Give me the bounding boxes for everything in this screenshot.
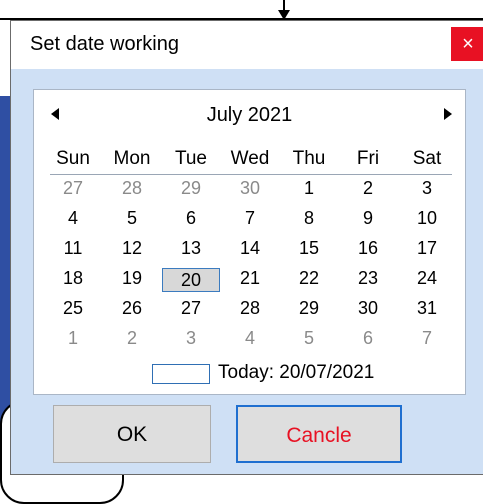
calendar-day[interactable]: 29 [280, 298, 338, 320]
calendar-day[interactable]: 28 [221, 298, 279, 320]
calendar-day[interactable]: 12 [103, 238, 161, 260]
calendar-day[interactable]: 29 [162, 178, 220, 200]
weekday-tue: Tue [174, 148, 208, 169]
calendar-day[interactable]: 1 [280, 178, 338, 200]
weekday-sun: Sun [56, 148, 90, 169]
dialog-title: Set date working [30, 33, 179, 55]
ok-button[interactable]: OK [53, 405, 211, 463]
calendar-day[interactable]: 10 [398, 208, 456, 230]
today-marker [152, 364, 210, 384]
calendar-day[interactable]: 8 [280, 208, 338, 230]
calendar-day[interactable]: 3 [398, 178, 456, 200]
close-icon: × [462, 33, 474, 55]
weekday-mon: Mon [113, 148, 151, 169]
calendar-day[interactable]: 6 [339, 328, 397, 350]
calendar-day[interactable]: 27 [44, 178, 102, 200]
weekday-thu: Thu [292, 148, 326, 169]
caret-right-icon[interactable] [437, 104, 457, 124]
weekday-wed: Wed [230, 148, 270, 169]
calendar-day[interactable]: 4 [221, 328, 279, 350]
calendar-day[interactable]: 27 [162, 298, 220, 320]
calendar-day[interactable]: 1 [44, 328, 102, 350]
dialog-body: July 2021 Sun Mon Tue Wed Thu Fri Sat 27… [11, 69, 483, 474]
calendar-day[interactable]: 9 [339, 208, 397, 230]
month-calendar: July 2021 Sun Mon Tue Wed Thu Fri Sat 27… [33, 89, 466, 395]
title-bar: Set date working × [11, 21, 483, 69]
calendar-day[interactable]: 19 [103, 268, 161, 290]
calendar-day[interactable]: 28 [103, 178, 161, 200]
calendar-day[interactable]: 16 [339, 238, 397, 260]
set-date-dialog: Set date working × July 2021 Sun Mon Tue… [10, 20, 483, 475]
selected-day[interactable]: 20 [162, 268, 220, 292]
arrow-down-icon [278, 0, 290, 20]
calendar-day[interactable]: 31 [398, 298, 456, 320]
calendar-day[interactable]: 30 [339, 298, 397, 320]
calendar-day[interactable]: 17 [398, 238, 456, 260]
calendar-day[interactable]: 23 [339, 268, 397, 290]
cancel-button[interactable]: Cancle [236, 405, 402, 463]
calendar-day[interactable]: 25 [44, 298, 102, 320]
calendar-day[interactable]: 3 [162, 328, 220, 350]
calendar-day[interactable]: 18 [44, 268, 102, 290]
weekday-sat: Sat [412, 148, 442, 169]
calendar-day[interactable]: 4 [44, 208, 102, 230]
calendar-day[interactable]: 2 [103, 328, 161, 350]
calendar-day[interactable]: 7 [398, 328, 456, 350]
calendar-day[interactable]: 21 [221, 268, 279, 290]
calendar-day[interactable]: 15 [280, 238, 338, 260]
close-button[interactable]: × [451, 27, 483, 61]
weekday-fri: Fri [356, 148, 380, 169]
today-label: Today: 20/07/2021 [218, 362, 375, 383]
weekday-header: Sun Mon Tue Wed Thu Fri Sat [44, 148, 456, 172]
calendar-day[interactable]: 14 [221, 238, 279, 260]
weekday-separator [50, 174, 452, 175]
calendar-day[interactable]: 24 [398, 268, 456, 290]
calendar-day[interactable]: 7 [221, 208, 279, 230]
month-label[interactable]: July 2021 [34, 104, 465, 127]
calendar-day[interactable]: 2 [339, 178, 397, 200]
calendar-day[interactable]: 13 [162, 238, 220, 260]
calendar-day[interactable]: 5 [280, 328, 338, 350]
calendar-day[interactable]: 22 [280, 268, 338, 290]
calendar-day[interactable]: 11 [44, 238, 102, 260]
calendar-day[interactable]: 5 [103, 208, 161, 230]
calendar-day[interactable]: 6 [162, 208, 220, 230]
calendar-day[interactable]: 30 [221, 178, 279, 200]
calendar-day[interactable]: 26 [103, 298, 161, 320]
